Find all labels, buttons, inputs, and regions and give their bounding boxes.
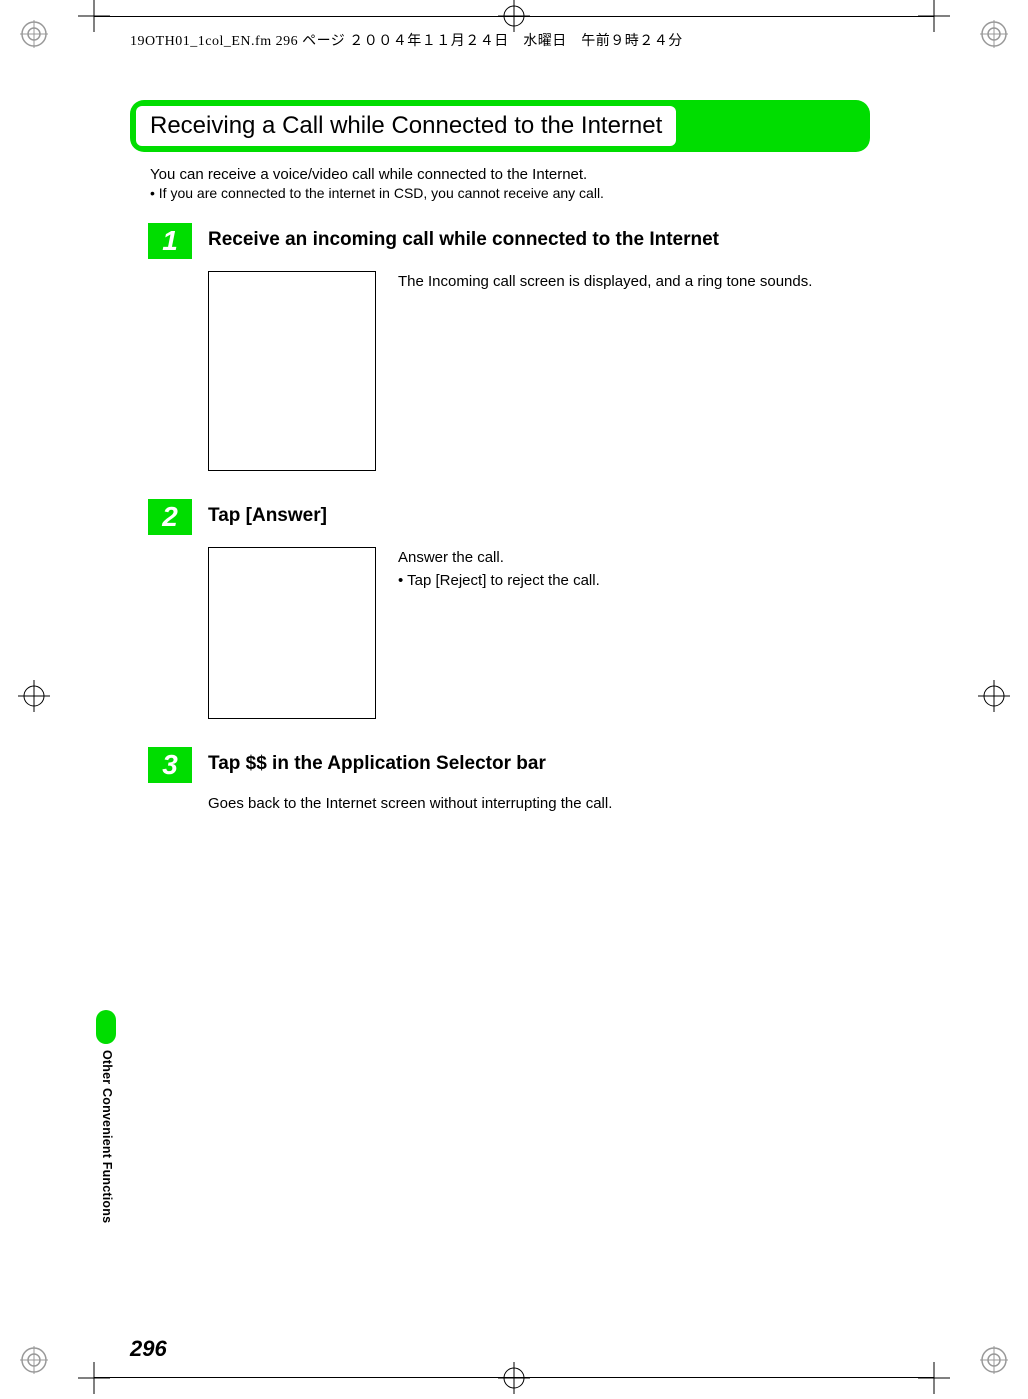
step-body: The Incoming call screen is displayed, a… (208, 271, 900, 471)
step-number-badge: 2 (148, 499, 192, 535)
step-description: The Incoming call screen is displayed, a… (398, 271, 812, 471)
header-info: 19OTH01_1col_EN.fm 296 ページ ２００４年１１月２４日 水… (130, 30, 683, 50)
step-title: Tap $$ in the Application Selector bar (208, 753, 546, 775)
crop-cross-icon (18, 680, 50, 717)
registration-mark-icon (20, 1346, 48, 1374)
step-row: 2 Tap [Answer] (148, 499, 900, 535)
side-section-label: Other Convenient Functions (100, 1050, 114, 1223)
crop-cross-icon (978, 680, 1010, 717)
section-title-banner: Receiving a Call while Connected to the … (130, 100, 870, 152)
page-number: 296 (130, 1336, 167, 1362)
registration-mark-icon (20, 20, 48, 48)
step-row: 1 Receive an incoming call while connect… (148, 223, 900, 259)
registration-mark-icon (980, 1346, 1008, 1374)
step-description: Answer the call. Tap [Reject] to reject … (398, 547, 600, 719)
step-bullet: Tap [Reject] to reject the call. (398, 570, 600, 591)
screenshot-placeholder (208, 547, 376, 719)
step-title: Tap [Answer] (208, 505, 327, 527)
step-description: Goes back to the Internet screen without… (208, 795, 900, 812)
step-title: Receive an incoming call while connected… (208, 229, 719, 251)
intro-bullet: If you are connected to the internet in … (150, 185, 900, 201)
step-number-badge: 3 (148, 747, 192, 783)
intro-text: You can receive a voice/video call while… (150, 166, 900, 183)
step-row: 3 Tap $$ in the Application Selector bar (148, 747, 900, 783)
section-title: Receiving a Call while Connected to the … (136, 106, 676, 146)
registration-mark-icon (980, 20, 1008, 48)
step-body: Answer the call. Tap [Reject] to reject … (208, 547, 900, 719)
step-number-badge: 1 (148, 223, 192, 259)
step-desc-text: Answer the call. (398, 549, 504, 566)
side-tab-marker (96, 1010, 116, 1044)
page-content: Receiving a Call while Connected to the … (130, 100, 900, 812)
screenshot-placeholder (208, 271, 376, 471)
